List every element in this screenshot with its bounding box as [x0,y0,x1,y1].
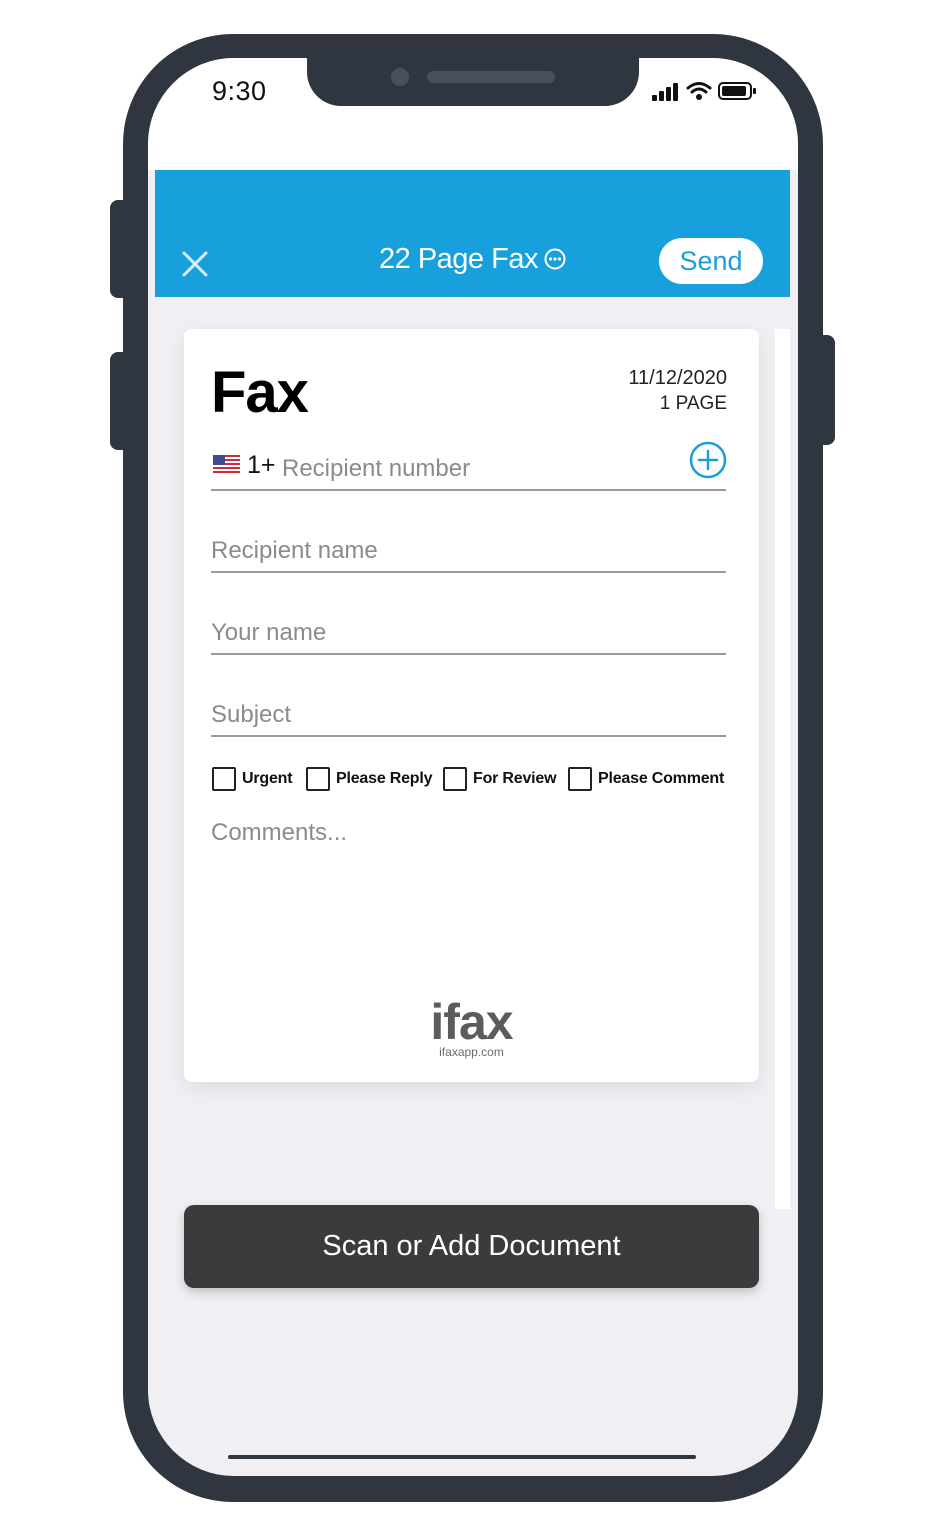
recipient-number-field [211,443,726,491]
checkbox-label: Please Comment [598,770,725,787]
signal-icon [652,83,678,101]
checkbox-label: Please Reply [336,770,433,787]
home-indicator[interactable] [228,1455,696,1459]
scan-or-add-document-button[interactable]: Scan or Add Document [184,1205,759,1288]
checkbox-label: For Review [473,770,557,787]
send-button[interactable]: Send [659,238,763,284]
next-page-card-peek[interactable] [775,329,790,1209]
logo-url: ifaxapp.com [439,1045,504,1059]
checkbox-box[interactable] [212,767,236,791]
checkbox-group: Urgent Please Reply For Review Please Co… [212,765,732,795]
more-options-icon[interactable] [544,248,566,270]
checkbox-box[interactable] [568,767,592,791]
checkbox-label: Urgent [242,770,293,787]
your-name-input[interactable] [211,619,681,647]
status-icons [650,79,760,105]
camera [391,68,409,86]
please-reply-checkbox[interactable]: Please Reply [306,765,433,793]
volume-down-button [110,352,130,450]
recipient-number-input[interactable] [282,455,662,483]
comments-textarea[interactable] [211,819,726,979]
app-header: 22 Page Fax Send [155,170,790,297]
subject-input[interactable] [211,701,681,729]
checkbox-box[interactable] [443,767,467,791]
please-comment-checkbox[interactable]: Please Comment [568,765,724,793]
status-time: 9:30 [212,76,267,106]
speaker [427,71,555,83]
notch [307,40,639,106]
recipient-name-input[interactable] [211,537,681,565]
battery-icon [718,82,756,100]
wifi-icon [686,82,712,100]
subject-field [211,689,726,737]
your-name-field [211,607,726,655]
power-button [815,335,835,445]
for-review-checkbox[interactable]: For Review [443,765,557,793]
urgent-checkbox[interactable]: Urgent [212,765,293,793]
recipient-name-field [211,525,726,573]
page-title: 22 Page Fax [379,242,538,275]
volume-up-button [110,200,130,298]
fax-cover-card: Fax 11/12/2020 1 PAGE 1+ Urgent [184,329,759,1082]
ifax-logo: ifax ifaxapp.com [184,997,759,1059]
logo-word: ifax [430,994,513,1050]
checkbox-box[interactable] [306,767,330,791]
